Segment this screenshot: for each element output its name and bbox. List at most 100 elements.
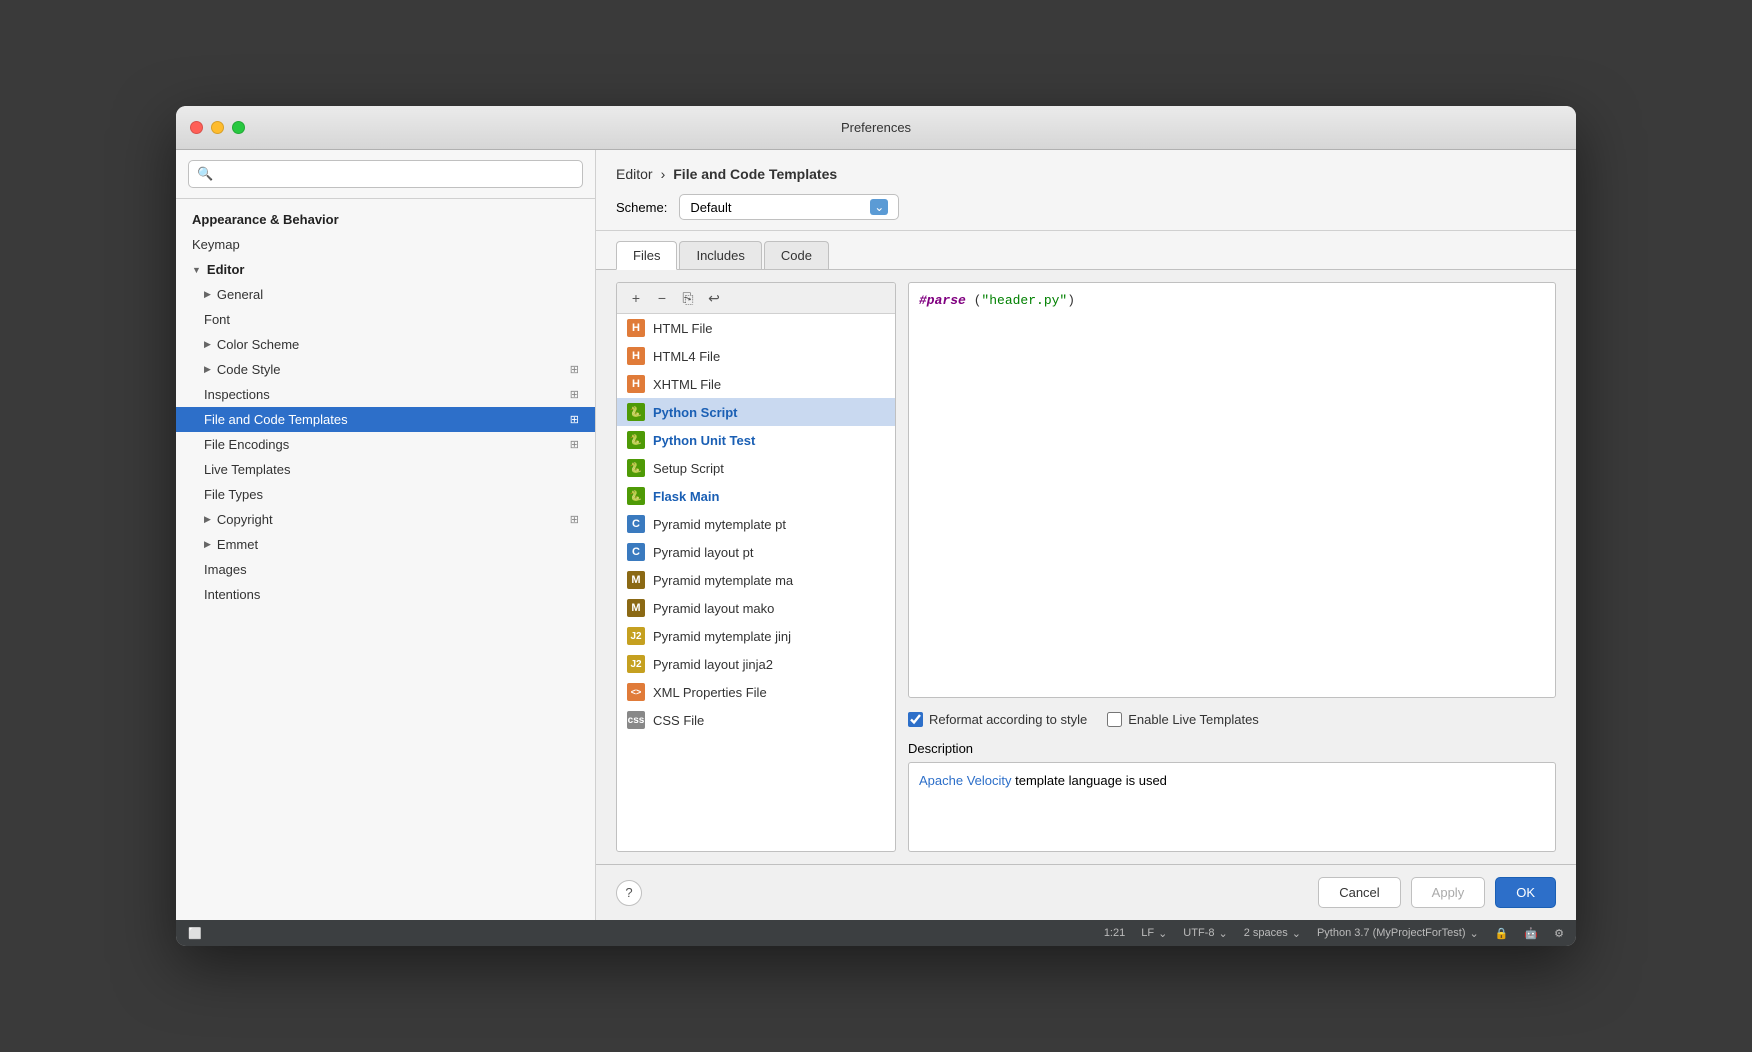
add-template-button[interactable]: + (625, 287, 647, 309)
sidebar-item-file-and-code-templates[interactable]: File and Code Templates ⊞ (176, 407, 595, 432)
sidebar-item-intentions[interactable]: Intentions (176, 582, 595, 607)
status-interpreter: Python 3.7 (MyProjectForTest) ⌄ (1317, 927, 1479, 940)
sidebar-item-label: Font (204, 312, 230, 327)
apply-button[interactable]: Apply (1411, 877, 1486, 908)
file-icon: H (627, 375, 645, 393)
sidebar-item-color-scheme[interactable]: Color Scheme (176, 332, 595, 357)
file-icon: C (627, 515, 645, 533)
live-templates-checkbox-label[interactable]: Enable Live Templates (1107, 712, 1259, 727)
tab-includes[interactable]: Includes (679, 241, 761, 269)
status-lf-chevron: ⌄ (1158, 927, 1167, 940)
template-editor-area: + − ⎘ ↩ H HTML File H H (616, 282, 1556, 852)
sidebar-item-images[interactable]: Images (176, 557, 595, 582)
description-area: Apache Velocity template language is use… (908, 762, 1556, 852)
live-templates-label: Enable Live Templates (1128, 712, 1259, 727)
list-item[interactable]: 🐍 Python Unit Test (617, 426, 895, 454)
list-item[interactable]: C Pyramid mytemplate pt (617, 510, 895, 538)
item-label: Flask Main (653, 489, 719, 504)
file-icon: css (627, 711, 645, 729)
search-input[interactable]: 🔍 (188, 160, 583, 188)
list-item[interactable]: J2 Pyramid mytemplate jinj (617, 622, 895, 650)
chevron-right-icon (204, 514, 211, 525)
sidebar-item-inspections[interactable]: Inspections ⊞ (176, 382, 595, 407)
sidebar-item-label: Color Scheme (217, 337, 299, 352)
item-label: Python Script (653, 405, 738, 420)
chevron-right-icon (204, 289, 211, 300)
list-item[interactable]: css CSS File (617, 706, 895, 734)
item-label: Setup Script (653, 461, 724, 476)
sidebar-item-live-templates[interactable]: Live Templates (176, 457, 595, 482)
list-item[interactable]: M Pyramid mytemplate ma (617, 566, 895, 594)
list-item[interactable]: C Pyramid layout pt (617, 538, 895, 566)
status-encoding-value: UTF-8 (1183, 927, 1214, 939)
apache-velocity-link[interactable]: Apache Velocity (919, 773, 1012, 788)
template-list-toolbar: + − ⎘ ↩ (617, 283, 895, 314)
sidebar: 🔍 Appearance & Behavior Keymap Editor Ge (176, 150, 596, 920)
reformat-checkbox[interactable] (908, 712, 923, 727)
scheme-select[interactable]: Default ⌄ (679, 194, 899, 220)
sidebar-item-code-style[interactable]: Code Style ⊞ (176, 357, 595, 382)
item-label: Pyramid mytemplate jinj (653, 629, 791, 644)
list-item-python-script[interactable]: 🐍 Python Script (617, 398, 895, 426)
copy-badge-icon: ⊞ (570, 413, 579, 426)
breadcrumb-separator: › (661, 166, 666, 182)
sidebar-item-keymap[interactable]: Keymap (176, 232, 595, 257)
item-label: Pyramid layout mako (653, 601, 774, 616)
maximize-button[interactable] (232, 121, 245, 134)
list-item[interactable]: 🐍 Setup Script (617, 454, 895, 482)
reformat-checkbox-label[interactable]: Reformat according to style (908, 712, 1087, 727)
status-line-ending: LF ⌄ (1141, 927, 1167, 940)
minimize-button[interactable] (211, 121, 224, 134)
list-item[interactable]: H HTML4 File (617, 342, 895, 370)
tab-files[interactable]: Files (616, 241, 677, 270)
sidebar-item-label: Emmet (217, 537, 258, 552)
list-item[interactable]: H XHTML File (617, 370, 895, 398)
traffic-lights (190, 121, 245, 134)
sidebar-item-emmet[interactable]: Emmet (176, 532, 595, 557)
copy-badge-icon: ⊞ (570, 363, 579, 376)
item-label: CSS File (653, 713, 704, 728)
list-item[interactable]: M Pyramid layout mako (617, 594, 895, 622)
search-container: 🔍 (176, 150, 595, 199)
chevron-right-icon (204, 364, 211, 375)
sidebar-item-label: Appearance & Behavior (192, 212, 339, 227)
close-button[interactable] (190, 121, 203, 134)
sidebar-item-file-types[interactable]: File Types (176, 482, 595, 507)
chevron-right-icon (204, 339, 211, 350)
sidebar-item-editor[interactable]: Editor (176, 257, 595, 282)
sidebar-item-copyright[interactable]: Copyright ⊞ (176, 507, 595, 532)
code-string: "header.py" (981, 293, 1067, 308)
copy-template-button[interactable]: ⎘ (677, 287, 699, 309)
list-item[interactable]: H HTML File (617, 314, 895, 342)
list-item[interactable]: J2 Pyramid layout jinja2 (617, 650, 895, 678)
tab-code[interactable]: Code (764, 241, 829, 269)
reset-template-button[interactable]: ↩ (703, 287, 725, 309)
breadcrumb-parent: Editor (616, 166, 653, 182)
list-item[interactable]: <> XML Properties File (617, 678, 895, 706)
live-templates-checkbox[interactable] (1107, 712, 1122, 727)
sidebar-item-font[interactable]: Font (176, 307, 595, 332)
chevron-right-icon (204, 539, 211, 550)
sidebar-item-appearance[interactable]: Appearance & Behavior (176, 207, 595, 232)
breadcrumb-current: File and Code Templates (673, 166, 837, 182)
remove-template-button[interactable]: − (651, 287, 673, 309)
list-item[interactable]: 🐍 Flask Main (617, 482, 895, 510)
file-icon: H (627, 319, 645, 337)
ok-button[interactable]: OK (1495, 877, 1556, 908)
breadcrumb: Editor › File and Code Templates (616, 166, 1556, 182)
description-section: Description Apache Velocity template lan… (908, 741, 1556, 852)
sidebar-item-general[interactable]: General (176, 282, 595, 307)
status-bar: ⬜ 1:21 LF ⌄ UTF-8 ⌄ 2 spaces ⌄ Python 3.… (176, 920, 1576, 946)
file-icon: J2 (627, 655, 645, 673)
search-icon: 🔍 (197, 166, 213, 182)
sidebar-item-label: Copyright (217, 512, 273, 527)
sidebar-tree: Appearance & Behavior Keymap Editor Gene… (176, 199, 595, 920)
code-area[interactable]: #parse ("header.py") (908, 282, 1556, 698)
sidebar-item-file-encodings[interactable]: File Encodings ⊞ (176, 432, 595, 457)
cancel-button[interactable]: Cancel (1318, 877, 1400, 908)
sidebar-item-label: Editor (207, 262, 245, 277)
item-label: XHTML File (653, 377, 721, 392)
sidebar-item-label: Keymap (192, 237, 240, 252)
dropdown-icon: ⌄ (870, 199, 888, 215)
help-button[interactable]: ? (616, 880, 642, 906)
